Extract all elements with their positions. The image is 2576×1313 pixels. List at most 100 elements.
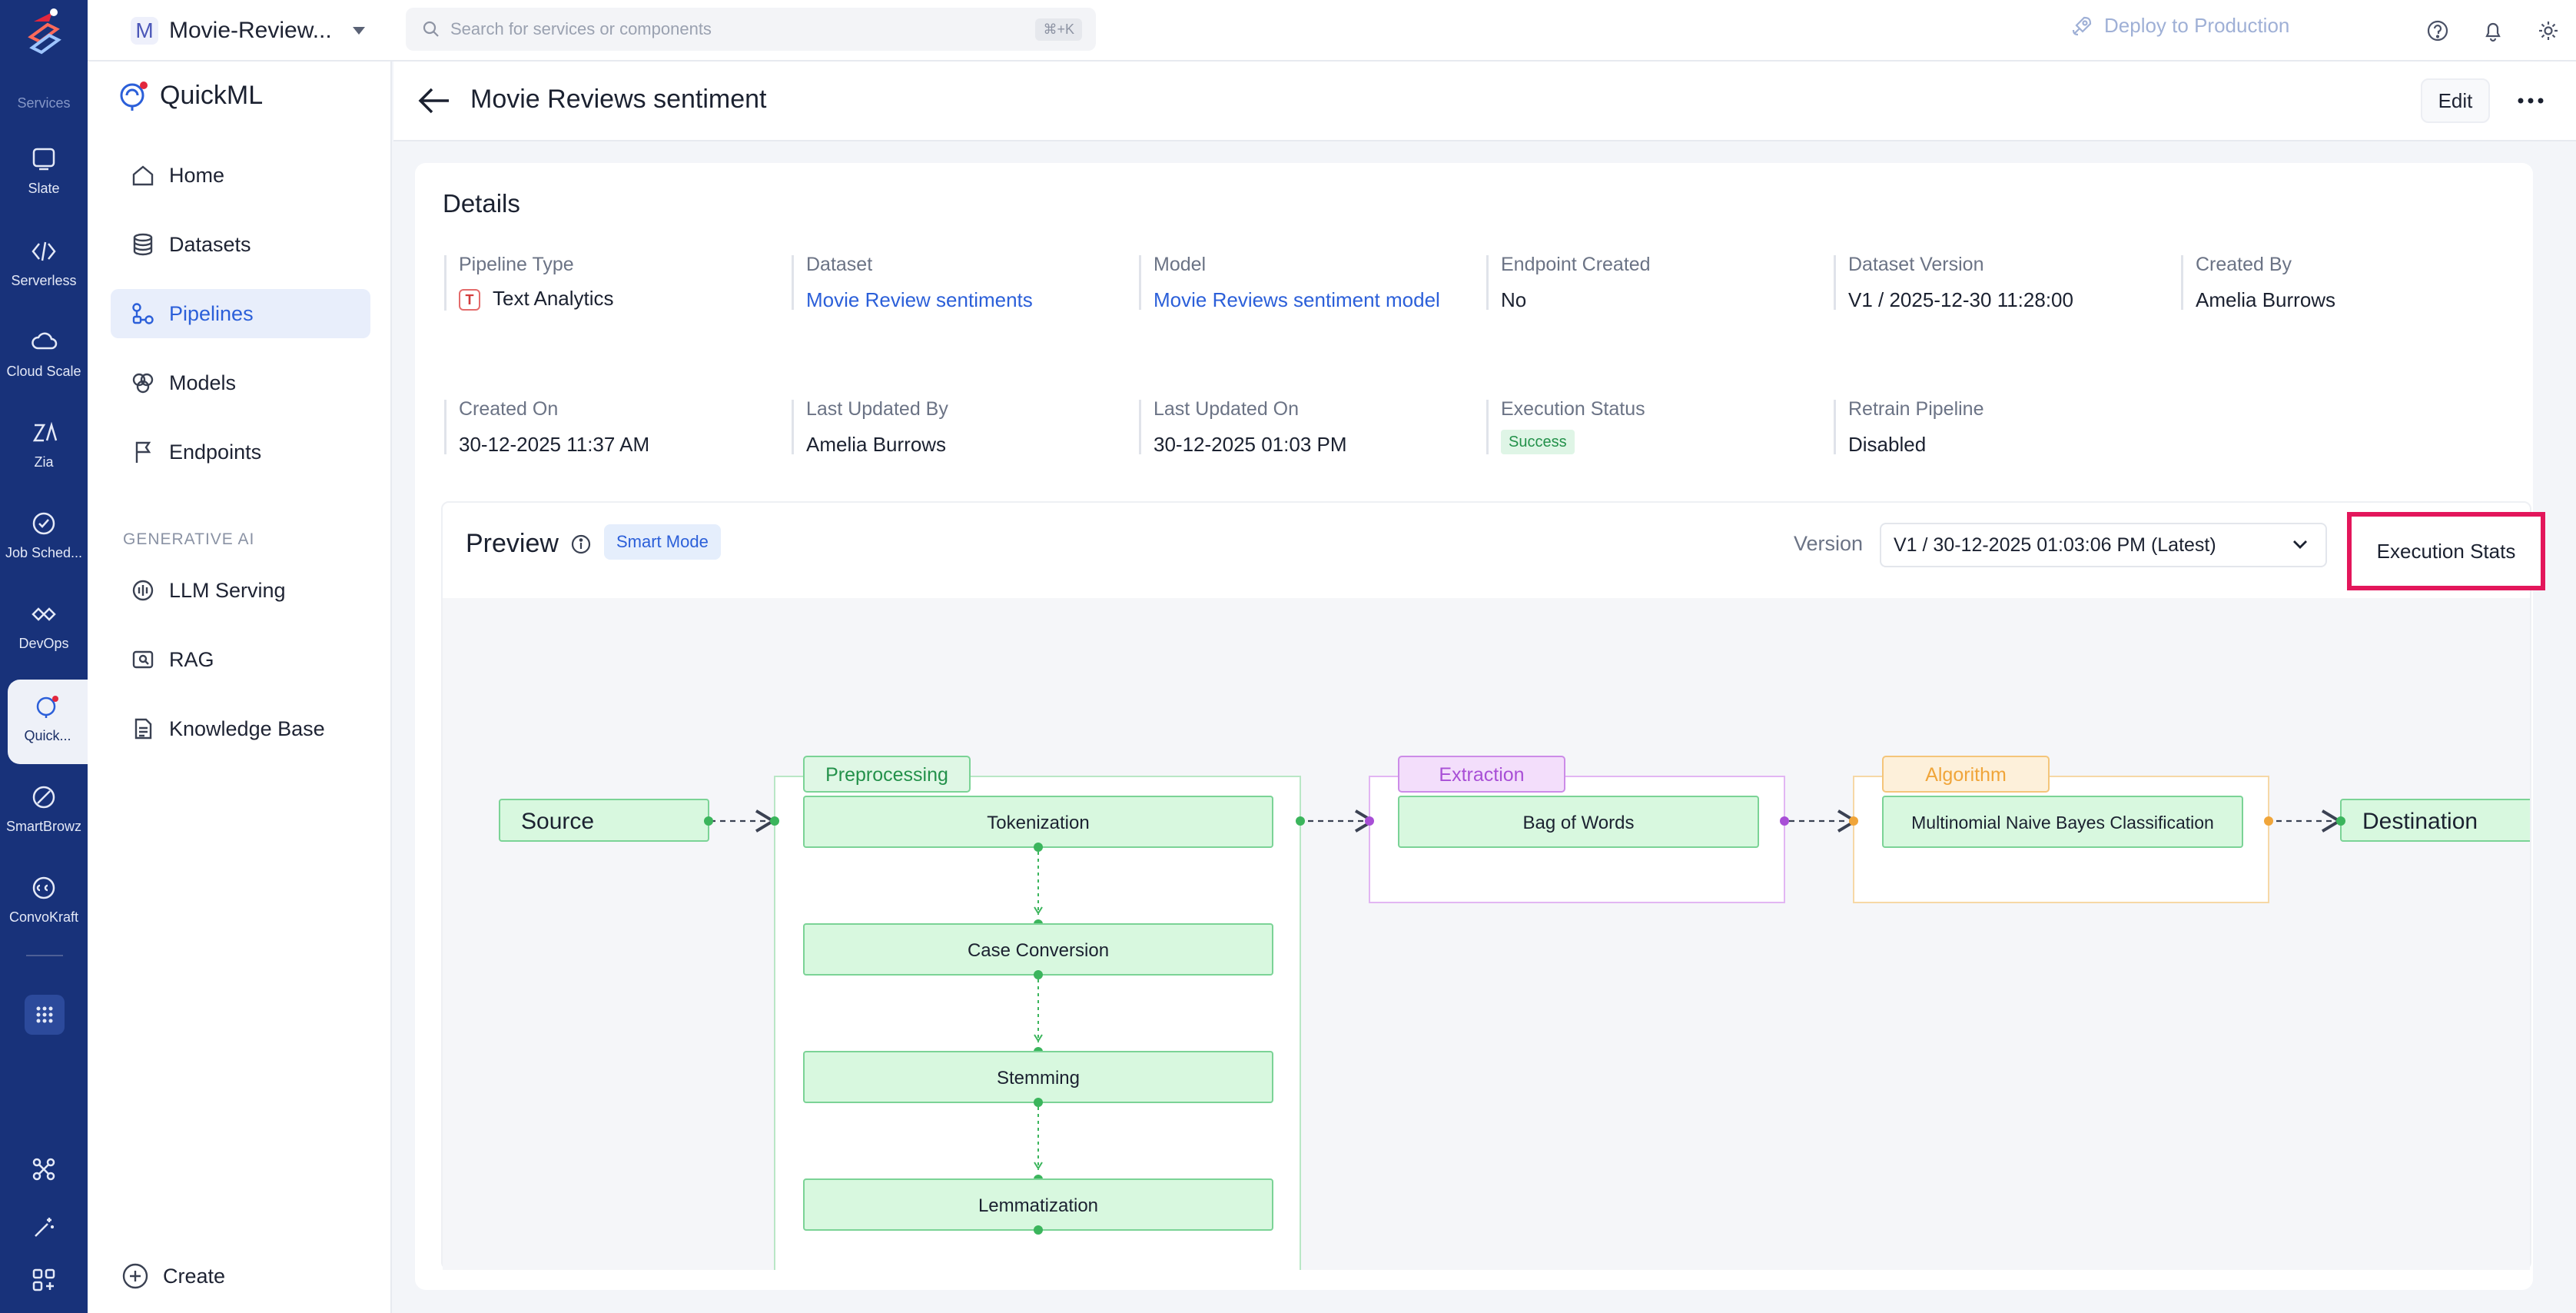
pipelines-icon (129, 300, 157, 327)
algorithm-label: Algorithm (1925, 764, 2007, 786)
rail-item-job-scheduling[interactable]: Job Sched... (0, 507, 88, 560)
sidebar-item-rag[interactable]: RAG (111, 635, 370, 684)
create-button[interactable]: Create (121, 1262, 225, 1290)
field-endpoint-created: Endpoint Created No (1486, 255, 1817, 310)
endpoints-icon (129, 438, 157, 466)
execution-stats-button[interactable]: Execution Stats (2347, 512, 2545, 590)
sidebar-item-models[interactable]: Models (111, 358, 370, 407)
rail-item-convokraft[interactable]: ConvoKraft (0, 872, 88, 924)
rail-item-zia[interactable]: Zia (0, 417, 88, 469)
details-heading: Details (443, 189, 520, 218)
serverless-icon (28, 235, 60, 268)
model-link[interactable]: Movie Reviews sentiment model (1154, 290, 1469, 310)
field-retrain-pipeline: Retrain Pipeline Disabled (1834, 400, 2164, 454)
chevron-down-icon (2293, 540, 2307, 549)
svg-text:Tokenization: Tokenization (987, 813, 1089, 833)
slate-icon (28, 143, 60, 175)
integrations-icon[interactable] (31, 1156, 57, 1182)
preview-heading: Preview (466, 529, 559, 558)
field-last-updated-by: Last Updated By Amelia Burrows (792, 400, 1122, 454)
edit-button[interactable]: Edit (2421, 78, 2490, 123)
rail-divider (26, 955, 63, 956)
rail-item-slate[interactable]: Slate (0, 143, 88, 195)
field-created-on: Created On 30-12-2025 11:37 AM (444, 400, 775, 454)
field-last-updated-on: Last Updated On 30-12-2025 01:03 PM (1139, 400, 1469, 454)
quickml-icon (32, 690, 64, 723)
deploy-button[interactable]: Deploy to Production (2070, 14, 2289, 38)
project-avatar: M (131, 17, 158, 45)
source-node[interactable]: Source (499, 799, 713, 842)
models-icon (129, 369, 157, 397)
brand-title: QuickML (160, 80, 264, 110)
back-arrow-icon[interactable] (417, 83, 452, 118)
sidebar-item-pipelines[interactable]: Pipelines (111, 289, 370, 338)
home-icon (129, 161, 157, 189)
help-icon[interactable] (2424, 17, 2452, 45)
svg-text:Lemmatization: Lemmatization (978, 1195, 1098, 1216)
smartbrowz-icon (28, 781, 60, 813)
extraction-stage[interactable]: Extraction Bag of Words (1365, 756, 1789, 903)
rail-item-smartbrowz[interactable]: SmartBrowz (0, 781, 88, 833)
field-model: Model Movie Reviews sentiment model (1139, 255, 1469, 310)
sidebar-item-home[interactable]: Home (111, 151, 370, 200)
global-search[interactable]: Search for services or components ⌘+K (406, 8, 1096, 51)
algorithm-stage[interactable]: Algorithm Multinomial Naive Bayes Classi… (1849, 756, 2273, 903)
deploy-label: Deploy to Production (2104, 14, 2290, 37)
quickml-sidebar: QuickML Home Datasets Pipelines Models E… (88, 61, 392, 1313)
rag-icon (129, 646, 157, 673)
version-label: Version (1794, 532, 1864, 555)
details-card: Details Pipeline Type T Text Analytics Da… (415, 163, 2545, 1290)
pipeline-canvas[interactable]: Source Preprocessing Tokenization Case C… (443, 598, 2530, 1270)
all-services-grid-icon[interactable] (25, 995, 65, 1035)
catalyst-logo[interactable] (26, 6, 63, 57)
create-label: Create (163, 1264, 226, 1288)
knowledge-base-icon (129, 715, 157, 743)
project-switcher[interactable]: M Movie-Review... (131, 11, 366, 51)
rail-item-serverless[interactable]: Serverless (0, 235, 88, 288)
search-icon (423, 21, 439, 37)
sidebar-item-knowledge-base[interactable]: Knowledge Base (111, 704, 370, 753)
rail-item-quickml[interactable]: Quick... (8, 680, 88, 764)
service-rail: Services Slate Serverless Cloud Scale Zi… (0, 0, 88, 1313)
info-icon[interactable] (570, 534, 592, 555)
notification-bell-icon[interactable] (2479, 17, 2507, 45)
rail-item-devops[interactable]: DevOps (0, 598, 88, 650)
svg-text:Case Conversion: Case Conversion (968, 940, 1109, 961)
preprocessing-stage[interactable]: Preprocessing Tokenization Case Conversi… (770, 756, 1305, 1270)
more-options-icon[interactable] (2504, 78, 2558, 123)
llm-serving-icon (129, 577, 157, 604)
destination-node[interactable]: Destination (2336, 799, 2530, 842)
page-header: Movie Reviews sentiment Edit (393, 61, 2576, 141)
quickml-logo-icon (120, 81, 148, 111)
settings-gear-icon[interactable] (2535, 17, 2562, 45)
svg-text:Bag of Words: Bag of Words (1523, 813, 1635, 833)
sidebar-item-llm-serving[interactable]: LLM Serving (111, 566, 370, 615)
project-name: Movie-Review... (169, 18, 332, 43)
cloud-scale-icon (28, 326, 60, 358)
dataset-link[interactable]: Movie Review sentiments (806, 290, 1122, 310)
plus-circle-icon (122, 1263, 148, 1289)
rail-item-cloud-scale[interactable]: Cloud Scale (0, 326, 88, 378)
preprocessing-label: Preprocessing (825, 764, 948, 786)
destination-label: Destination (2362, 809, 2478, 834)
field-pipeline-type: Pipeline Type T Text Analytics (444, 255, 775, 311)
field-dataset-version: Dataset Version V1 / 2025-12-30 11:28:00 (1834, 255, 2164, 310)
magic-wand-icon[interactable] (31, 1215, 57, 1241)
job-scheduler-icon (28, 507, 60, 540)
quickml-brand: QuickML (117, 78, 263, 112)
sidebar-item-datasets[interactable]: Datasets (111, 220, 370, 269)
chevron-down-icon (352, 27, 365, 35)
generative-ai-section-label: GENERATIVE AI (123, 530, 255, 548)
search-placeholder: Search for services or components (450, 19, 712, 38)
apps-icon[interactable] (31, 1267, 57, 1293)
pipeline-diagram: Source Preprocessing Tokenization Case C… (499, 756, 2530, 1270)
field-created-by: Created By Amelia Burrows (2181, 255, 2511, 310)
zia-icon (28, 417, 60, 449)
field-dataset: Dataset Movie Review sentiments (792, 255, 1122, 310)
smart-mode-badge[interactable]: Smart Mode (604, 524, 721, 560)
version-select[interactable]: V1 / 30-12-2025 01:03:06 PM (Latest) (1880, 523, 2327, 567)
preview-panel: Preview Smart Mode Version V1 / 30-12-20… (441, 501, 2545, 1270)
text-analytics-icon: T (459, 289, 480, 311)
sidebar-item-endpoints[interactable]: Endpoints (111, 427, 370, 477)
search-shortcut: ⌘+K (1035, 18, 1082, 41)
